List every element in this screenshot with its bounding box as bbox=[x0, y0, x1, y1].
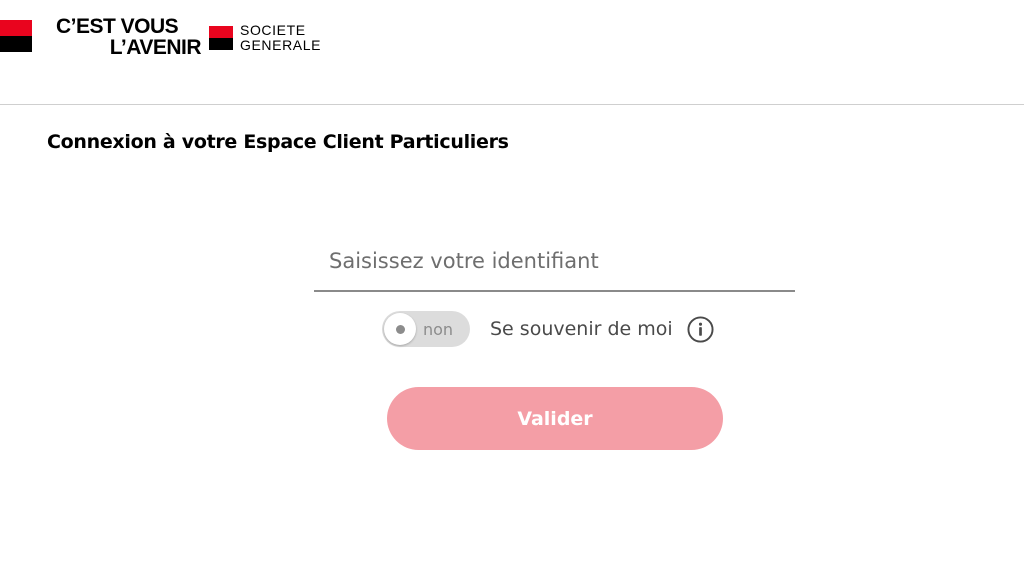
toggle-state-label: non bbox=[423, 320, 454, 339]
brand-name[interactable]: SOCIETE GENERALE bbox=[240, 23, 321, 53]
brand-name-line-2: GENERALE bbox=[240, 37, 322, 53]
remember-me-row: non Se souvenir de moi bbox=[382, 310, 714, 348]
tagline-line-1: C’EST VOUS bbox=[56, 15, 179, 38]
tagline-logo[interactable]: C’EST VOUS L’AVENIR bbox=[56, 15, 202, 59]
identifier-input[interactable] bbox=[314, 232, 795, 292]
site-header: C’EST VOUS L’AVENIR SOCIETE GENERALE bbox=[0, 0, 1024, 105]
remember-me-toggle[interactable]: non bbox=[382, 311, 470, 347]
toggle-knob bbox=[384, 313, 416, 345]
page-title: Connexion à votre Espace Client Particul… bbox=[47, 131, 509, 153]
remember-me-label: Se souvenir de moi bbox=[490, 318, 673, 340]
brand-logo-icon bbox=[209, 26, 233, 50]
validate-button[interactable]: Valider bbox=[387, 387, 723, 450]
societe-generale-mark-icon bbox=[0, 20, 32, 52]
info-icon[interactable] bbox=[687, 315, 714, 343]
brand-name-line-1: SOCIETE bbox=[240, 22, 306, 38]
tagline-line-2: L’AVENIR bbox=[109, 36, 202, 59]
